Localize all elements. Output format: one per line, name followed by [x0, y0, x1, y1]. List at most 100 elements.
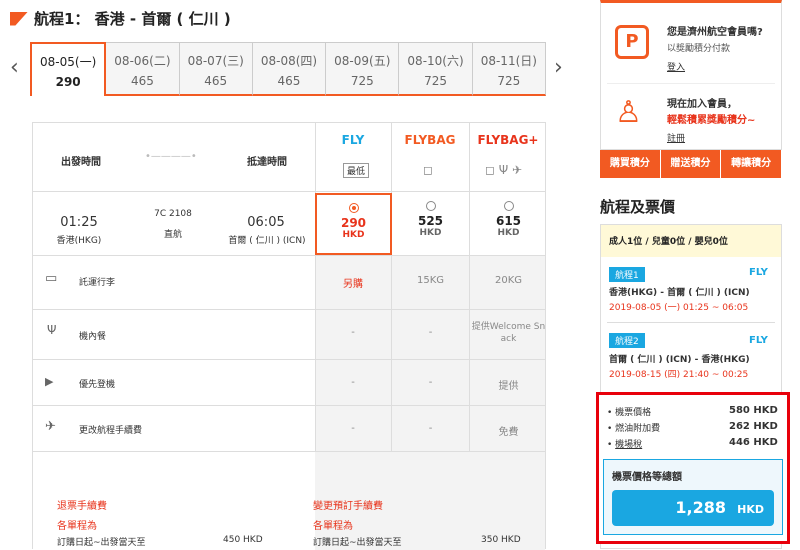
points-icon: P	[615, 25, 649, 59]
fuel-label: 燃油附加費	[615, 424, 661, 434]
change-sub: 各單程為	[313, 521, 353, 532]
fuel-value: 262 HKD	[729, 421, 778, 432]
date-label: 08-08(四)	[260, 54, 318, 68]
fare-value: 580 HKD	[729, 405, 778, 416]
date-tab[interactable]: 08-06(二) 465	[106, 42, 180, 96]
summary-title: 航程及票價	[600, 198, 676, 216]
price-breakdown-highlight: • 機票價格 580 HKD • 燃油附加費 262 HKD • 機場稅 446…	[596, 392, 790, 544]
flybag-header: FLYBAG	[404, 133, 456, 147]
date-label: 08-11(日)	[480, 54, 537, 68]
date-tab[interactable]: 08-08(四) 465	[252, 42, 327, 96]
lowest-badge: 最低	[343, 163, 370, 178]
prev-date-arrow[interactable]: ‹	[10, 55, 19, 80]
leg-badge: 航程2	[609, 333, 645, 348]
fare-radio[interactable]	[425, 201, 436, 211]
row-label: 機內餐	[79, 332, 107, 342]
title-text: 航程1： 香港 - 首爾 ( 仁川 )	[34, 10, 231, 28]
date-price: 465	[277, 74, 301, 88]
member-use-points: 以獎勵積分付款	[667, 44, 731, 54]
leg-class: FLY	[749, 267, 768, 278]
row-value: -	[351, 423, 355, 434]
flybagplus-header: FLYBAG+	[477, 133, 539, 147]
date-label: 08-05(一)	[40, 55, 97, 69]
fare-currency: HKD	[342, 230, 365, 240]
route-line: •————•	[145, 151, 197, 162]
refund-sub: 各單程為	[57, 521, 97, 532]
join-text: 現在加入會員，	[667, 99, 737, 110]
change-period: 訂購日起~出發當天至	[313, 538, 402, 548]
date-label: 08-07(三)	[187, 54, 244, 68]
date-price: 725	[497, 74, 521, 88]
date-price: 290	[55, 75, 81, 89]
transfer-points-button[interactable]: 轉讓積分	[721, 150, 783, 178]
change-amount: 350 HKD	[481, 535, 521, 545]
date-label: 08-10(六)	[407, 54, 464, 68]
date-tab[interactable]: 08-11(日) 725	[472, 42, 546, 96]
leg-route: 首爾 ( 仁川 ) (ICN) - 香港(HKG)	[609, 355, 750, 365]
date-price: 465	[130, 74, 154, 88]
date-tabs: 08-05(一) 290 08-06(二) 465 08-07(三) 465 08-0…	[30, 42, 546, 96]
fare-currency: HKD	[497, 228, 520, 238]
dep-time-header: 出發時間	[61, 157, 101, 168]
row-label: 優先登機	[79, 380, 116, 390]
points-buttons: 購買積分 贈送積分 轉讓積分	[600, 150, 783, 178]
date-label: 08-09(五)	[334, 54, 391, 68]
date-price: 725	[350, 74, 374, 88]
tax-value: 446 HKD	[729, 437, 778, 448]
fare-option-flybag[interactable]: 525 HKD	[392, 201, 469, 238]
fare-table: 出發時間 •————• 抵達時間 FLY 最低 FLYBAG ◻ FLYBAG+…	[32, 122, 547, 550]
refund-fee-title: 退票手續費	[57, 501, 107, 512]
row-value: -	[428, 377, 433, 388]
date-tab[interactable]: 08-10(六) 725	[399, 42, 473, 96]
date-price: 465	[204, 74, 228, 88]
leg-time: 2019-08-15 (四) 21:40 ~ 00:25	[609, 370, 749, 380]
row-label: 託運行李	[79, 278, 116, 288]
dep-time: 01:25	[60, 215, 98, 230]
fare-radio[interactable]	[503, 201, 514, 211]
fly-header: FLY	[341, 133, 365, 147]
tax-label[interactable]: 機場稅	[615, 440, 642, 450]
row-value: -	[428, 327, 433, 338]
member-question: 您是濟州航空會員嗎?	[667, 27, 763, 38]
gift-points-button[interactable]: 贈送積分	[661, 150, 722, 178]
pax-count: 成人1位 / 兒童0位 / 嬰兒0位	[601, 225, 781, 257]
row-value: 15KG	[416, 275, 445, 286]
date-tab[interactable]: 08-07(三) 465	[179, 42, 253, 96]
row-value: -	[428, 423, 433, 434]
fare-price: 525	[417, 214, 444, 228]
date-price: 725	[424, 74, 447, 88]
register-link[interactable]: 註冊	[667, 131, 685, 144]
row-value: 免費	[498, 427, 519, 438]
member-panel: P 您是濟州航空會員嗎? 以獎勵積分付款 登入 ♙ 現在加入會員， 輕鬆積累獎勵…	[600, 0, 782, 150]
date-tab[interactable]: 08-05(一) 290	[30, 42, 107, 96]
person-icon: ♙	[615, 95, 642, 130]
arr-place: 首爾 ( 仁川 ) (ICN)	[228, 236, 306, 246]
row-value: -	[351, 377, 355, 388]
total-currency: HKD	[737, 503, 764, 516]
date-tab[interactable]: 08-09(五) 725	[326, 42, 400, 96]
login-link[interactable]: 登入	[667, 60, 685, 73]
bag-meal-plane-icons: ◻ Ψ ✈	[485, 163, 523, 177]
bag-icon: ◻	[423, 163, 433, 177]
baggage-icon: ▭	[45, 271, 58, 286]
total-box: 機票價格等總額 1,288 HKD	[603, 459, 783, 535]
dep-place: 香港(HKG)	[56, 236, 102, 246]
fare-radio[interactable]	[348, 203, 359, 213]
fare-currency: HKD	[419, 228, 442, 238]
meal-icon: Ψ	[47, 323, 57, 337]
fare-price: 290	[340, 216, 367, 230]
row-value: 提供	[498, 381, 519, 392]
fare-option-fly[interactable]: 290 HKD	[315, 193, 392, 255]
fuel-label-row: • 燃油附加費	[607, 424, 661, 434]
fare-option-flybagplus[interactable]: 615 HKD	[470, 201, 547, 238]
leg-badge: 航程1	[609, 267, 645, 282]
change-fee-title: 變更預訂手續費	[313, 501, 383, 512]
total-value: 1,288	[675, 498, 727, 517]
row-label: 更改航程手續費	[79, 426, 143, 436]
next-date-arrow[interactable]: ›	[554, 55, 563, 80]
row-value: 另購	[343, 279, 363, 290]
leg1: 航程1	[609, 267, 645, 282]
leg-class: FLY	[749, 335, 768, 346]
row-value: -	[351, 327, 355, 338]
buy-points-button[interactable]: 購買積分	[600, 150, 661, 178]
